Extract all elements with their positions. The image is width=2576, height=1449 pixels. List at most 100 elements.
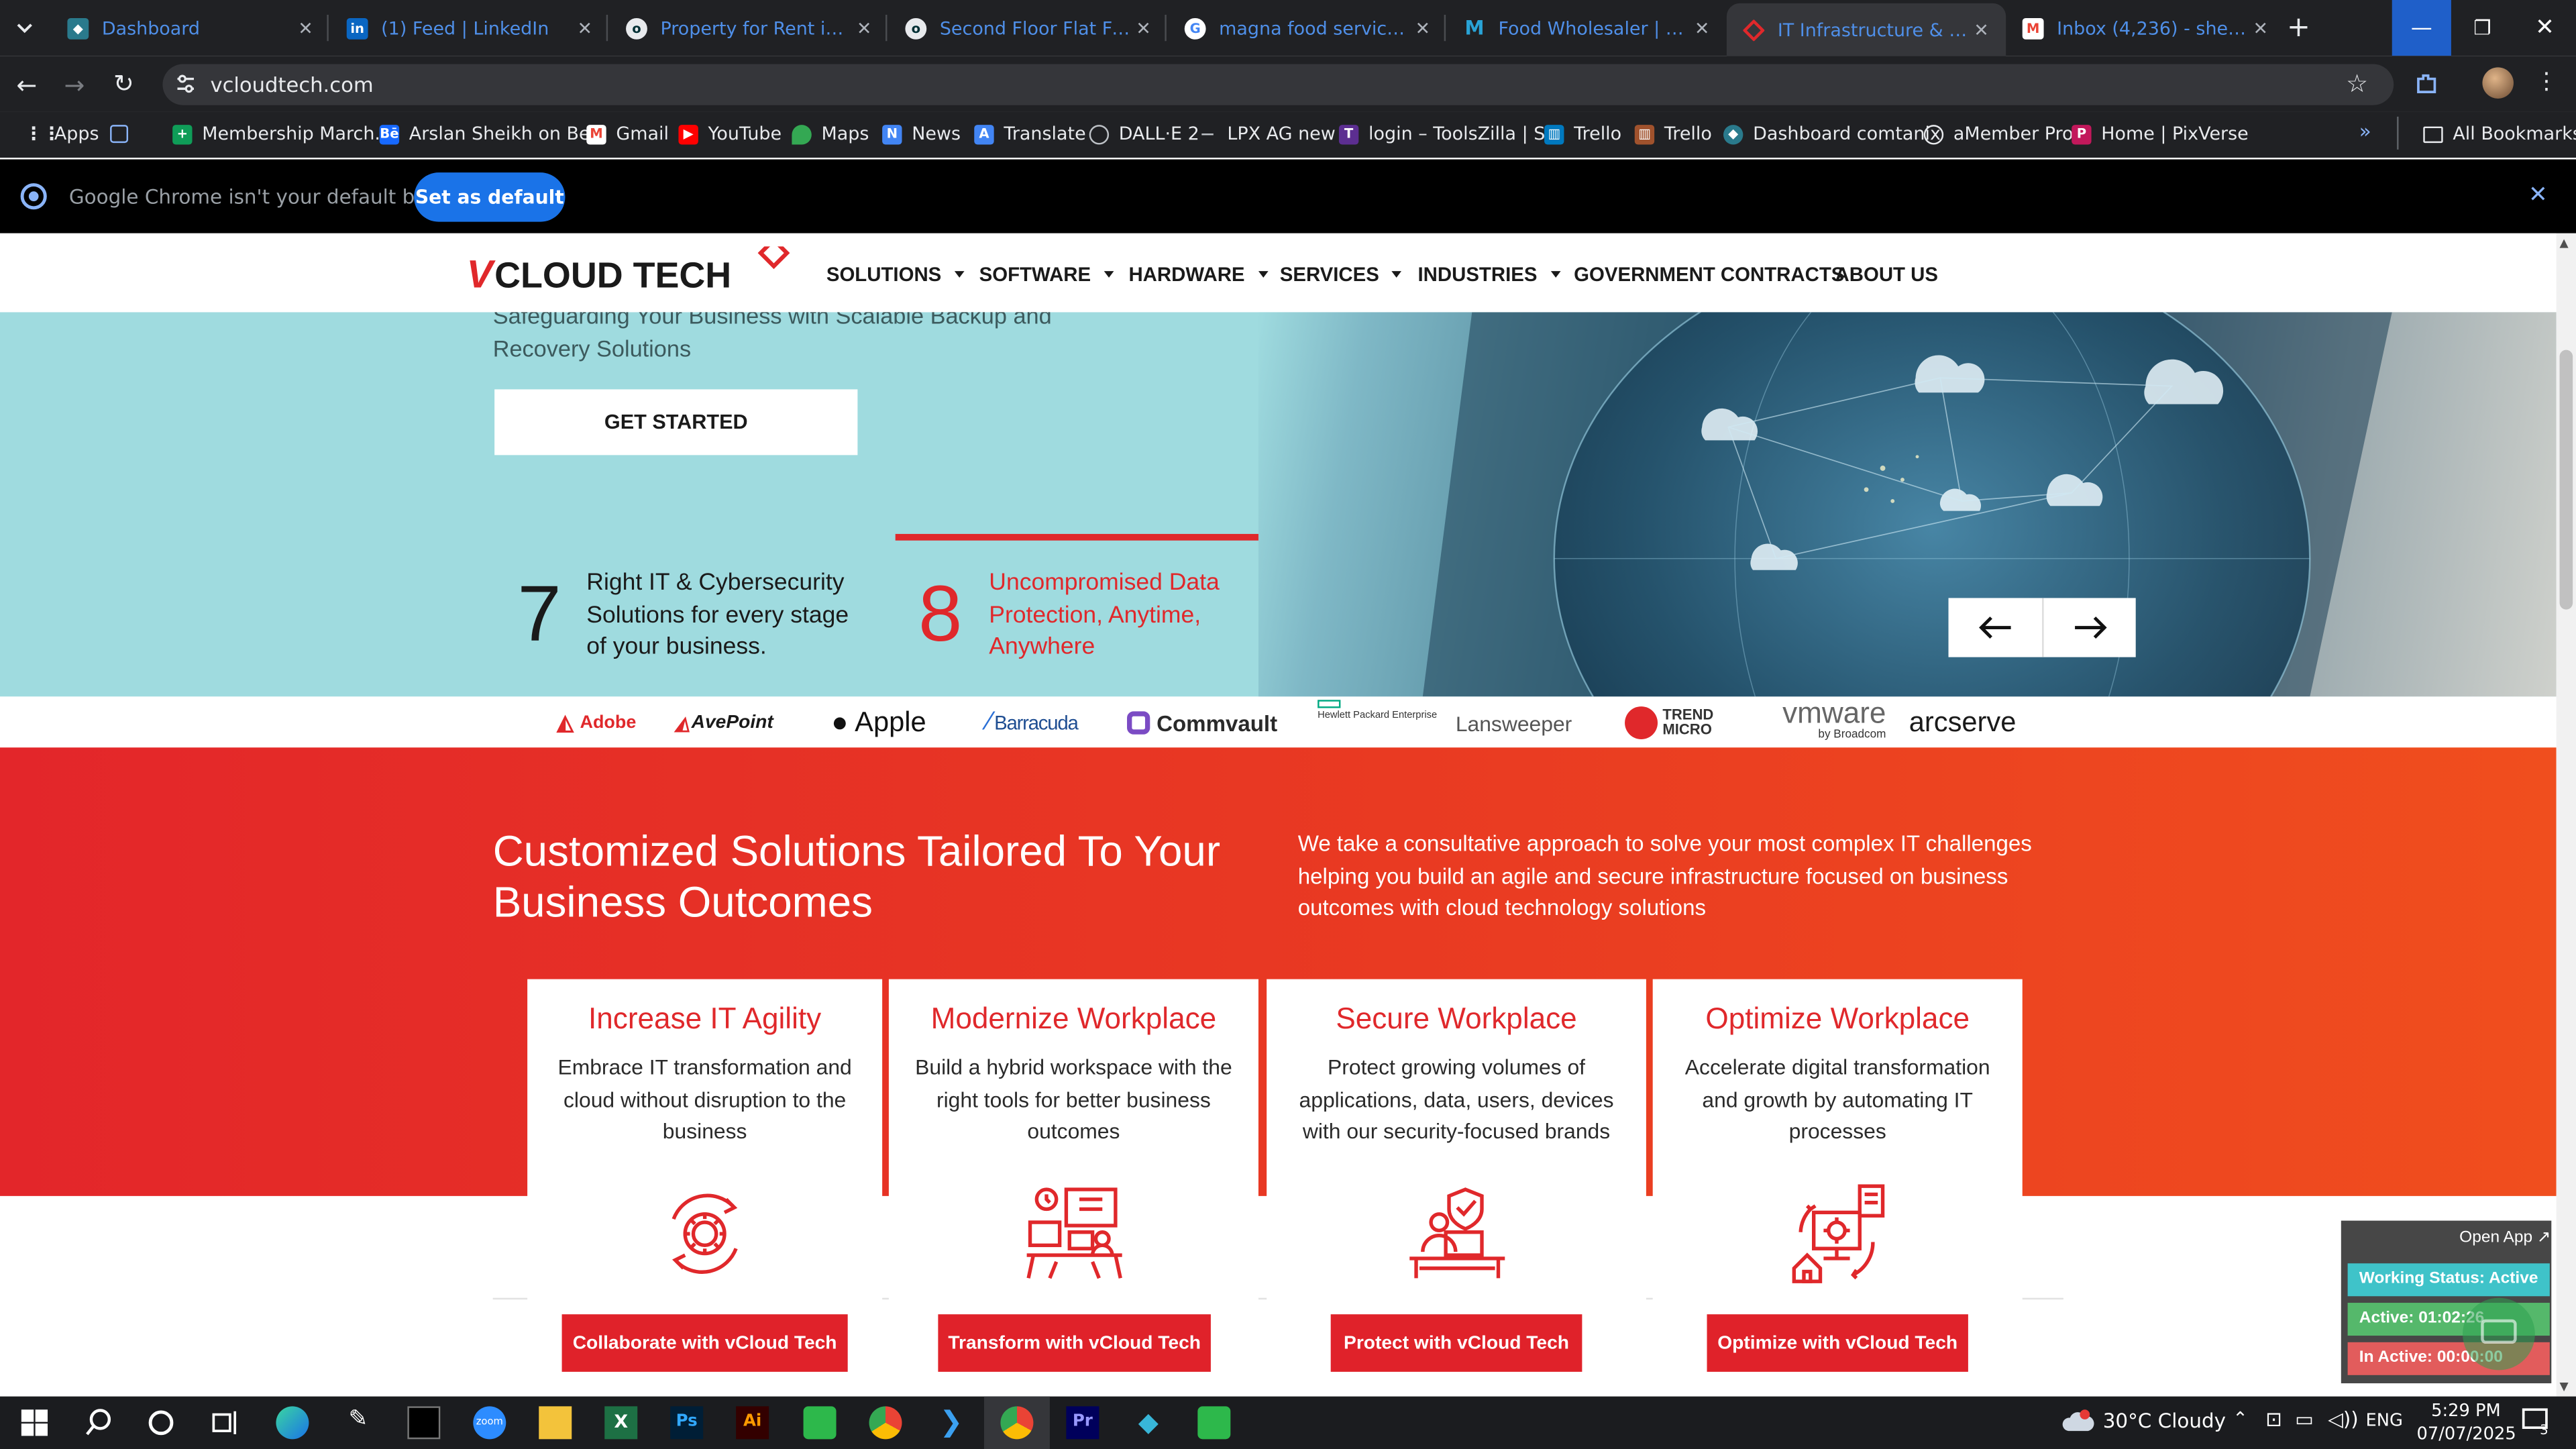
close-icon[interactable]: ✕ xyxy=(1970,19,1992,40)
bookmark-apps[interactable]: ⋮⋮ Apps xyxy=(25,121,99,146)
excel-icon[interactable]: X xyxy=(604,1406,638,1440)
diamond-app-icon[interactable]: ◆ xyxy=(1132,1406,1165,1439)
tab-magna-food[interactable]: M Food Wholesaler | Halal F ✕ xyxy=(1448,0,1727,56)
slide-number-7[interactable]: 7 xyxy=(517,574,561,657)
pen-icon[interactable]: ✎ xyxy=(341,1406,374,1439)
chat-icon[interactable] xyxy=(2463,1297,2535,1371)
windows-start-icon[interactable] xyxy=(18,1406,51,1439)
nav-services[interactable]: SERVICES xyxy=(1280,263,1403,286)
close-icon[interactable]: ✕ xyxy=(294,17,317,39)
url-text[interactable]: vcloudtech.com xyxy=(210,72,373,97)
premiere-icon[interactable]: Pr xyxy=(1066,1406,1099,1440)
tab-search-button[interactable] xyxy=(10,15,40,41)
tray-chevron-icon[interactable]: ⌃ xyxy=(2233,1408,2248,1430)
file-explorer-icon[interactable] xyxy=(539,1406,572,1440)
tab-olx-flat[interactable]: o Second Floor Flat For Ren ✕ xyxy=(889,0,1168,56)
nav-solutions[interactable]: SOLUTIONS xyxy=(826,263,965,286)
bookmark-behance[interactable]: Bē Arslan Sheikh on Be... xyxy=(379,121,607,146)
bookmark-maps[interactable]: Maps xyxy=(792,121,869,146)
close-icon[interactable]: ✕ xyxy=(1411,17,1434,39)
star-icon[interactable]: ☆ xyxy=(2346,69,2368,99)
terminal-icon[interactable] xyxy=(407,1406,441,1440)
search-icon[interactable] xyxy=(82,1406,115,1439)
close-icon[interactable]: ✕ xyxy=(2249,17,2272,39)
bookmark-toolszilla[interactable]: Tlogin – ToolsZilla | S... xyxy=(1338,121,1562,146)
bookmark-trello-2[interactable]: ▥ Trello xyxy=(1634,121,1712,146)
scrollbar-thumb[interactable] xyxy=(2559,350,2573,610)
bookmark-grid[interactable] xyxy=(110,121,138,146)
all-bookmarks[interactable]: All Bookmarks xyxy=(2423,121,2576,146)
illustrator-icon[interactable]: Ai xyxy=(736,1406,769,1440)
green-app-icon[interactable] xyxy=(803,1406,837,1440)
profile-avatar[interactable] xyxy=(2482,67,2514,99)
weather-text[interactable]: 30°C Cloudy xyxy=(2103,1409,2226,1432)
tray-app-icon[interactable]: ⊡ xyxy=(2265,1408,2282,1431)
photoshop-icon[interactable]: Ps xyxy=(670,1406,704,1440)
bookmark-amember[interactable]: aMember Pro xyxy=(1923,121,2073,146)
nav-hardware[interactable]: HARDWARE xyxy=(1128,263,1268,286)
bookmark-lpx[interactable]: — LPX AG new xyxy=(1197,121,1336,146)
tab-vcloud-active[interactable]: IT Infrastructure & Cyber ✕ xyxy=(1726,3,2006,56)
tab-google-search[interactable]: G magna food service uk - G ✕ xyxy=(1168,0,1447,56)
address-bar[interactable] xyxy=(162,64,2394,105)
tab-gmail[interactable]: M Inbox (4,236) - sheikharsl ✕ xyxy=(2006,0,2285,56)
bookmark-membership[interactable]: + Membership March... xyxy=(172,121,392,146)
new-tab-button[interactable]: + xyxy=(2287,11,2310,44)
close-icon[interactable]: ✕ xyxy=(1132,17,1155,39)
set-default-button[interactable]: Set as default xyxy=(414,172,566,222)
scroll-down-icon[interactable]: ▼ xyxy=(2560,1380,2569,1393)
site-info-icon[interactable] xyxy=(174,72,197,95)
more-bookmarks-icon[interactable]: » xyxy=(2359,120,2371,143)
close-icon[interactable]: ✕ xyxy=(1690,17,1713,39)
reload-button[interactable]: ↻ xyxy=(113,69,134,99)
next-slide-arrow-icon[interactable] xyxy=(2072,612,2108,642)
bookmark-gmail[interactable]: M Gmail xyxy=(586,121,669,146)
protect-button[interactable]: Protect with vCloud Tech xyxy=(1330,1314,1582,1372)
volume-icon[interactable]: ◁)) xyxy=(2328,1408,2359,1431)
bookmark-trello-1[interactable]: ▥ Trello xyxy=(1544,121,1621,146)
close-icon[interactable]: ✕ xyxy=(574,17,596,39)
task-view-icon[interactable] xyxy=(209,1406,241,1439)
zoom-icon[interactable]: zoom xyxy=(473,1406,506,1440)
scroll-up-icon[interactable]: ▲ xyxy=(2560,237,2569,250)
edge-icon[interactable] xyxy=(276,1406,309,1440)
language-indicator[interactable]: ENG xyxy=(2366,1411,2403,1431)
tab-dashboard[interactable]: ◆ Dashboard ✕ xyxy=(51,0,330,56)
nav-software[interactable]: SOFTWARE xyxy=(979,263,1114,286)
bookmark-pixverse[interactable]: P Home | PixVerse xyxy=(2072,121,2249,146)
menu-icon[interactable]: ⋮ xyxy=(2535,69,2558,95)
restore-button[interactable]: ❐ xyxy=(2451,0,2514,56)
back-button[interactable]: ← xyxy=(16,70,37,100)
bookmark-news[interactable]: N News xyxy=(882,121,961,146)
bookmark-dalle[interactable]: DALL·E 2 xyxy=(1089,121,1199,146)
nav-industries[interactable]: INDUSTRIES xyxy=(1417,263,1560,286)
close-icon[interactable]: ✕ xyxy=(853,17,875,39)
close-infobar-icon[interactable]: ✕ xyxy=(2528,182,2548,209)
optimize-button[interactable]: Optimize with vCloud Tech xyxy=(1707,1314,1968,1372)
slide-text-7[interactable]: Right IT & Cybersecurity Solutions for e… xyxy=(586,568,874,664)
minimize-button[interactable]: — xyxy=(2392,0,2451,56)
clock-time[interactable]: 5:29 PM xyxy=(2423,1401,2508,1421)
bookmark-comtanix[interactable]: ◆ Dashboard comtanix xyxy=(1723,121,1941,146)
transform-button[interactable]: Transform with vCloud Tech xyxy=(938,1314,1211,1372)
bookmark-youtube[interactable]: ▶ YouTube xyxy=(678,121,782,146)
prev-slide-arrow-icon[interactable] xyxy=(1978,612,2015,642)
slide-text-8[interactable]: Uncompromised Data Protection, Anytime, … xyxy=(989,568,1252,664)
chrome-active-icon[interactable] xyxy=(1000,1406,1034,1440)
network-icon[interactable]: ▭ xyxy=(2295,1408,2314,1431)
extensions-icon[interactable] xyxy=(2414,70,2440,97)
tab-linkedin[interactable]: in (1) Feed | LinkedIn ✕ xyxy=(330,0,609,56)
nav-about-us[interactable]: ABOUT US xyxy=(1835,263,1938,286)
collaborate-button[interactable]: Collaborate with vCloud Tech xyxy=(561,1314,848,1372)
open-app-link[interactable]: Open App ↗ xyxy=(2459,1229,2551,1247)
nav-government-contracts[interactable]: GOVERNMENT CONTRACTS xyxy=(1574,263,1844,286)
vcloud-logo[interactable]: V CLOUD TECH xyxy=(467,246,796,296)
forward-button[interactable]: → xyxy=(64,70,85,100)
close-window-button[interactable]: ✕ xyxy=(2514,0,2576,56)
bookmark-translate[interactable]: A Translate xyxy=(974,121,1086,146)
chrome-taskbar-icon[interactable] xyxy=(869,1406,902,1440)
vscode-icon[interactable]: ❯ xyxy=(934,1406,967,1439)
cortana-icon[interactable] xyxy=(145,1406,178,1439)
slide-number-8[interactable]: 8 xyxy=(918,574,962,657)
clock-date[interactable]: 07/07/2025 xyxy=(2416,1424,2516,1444)
